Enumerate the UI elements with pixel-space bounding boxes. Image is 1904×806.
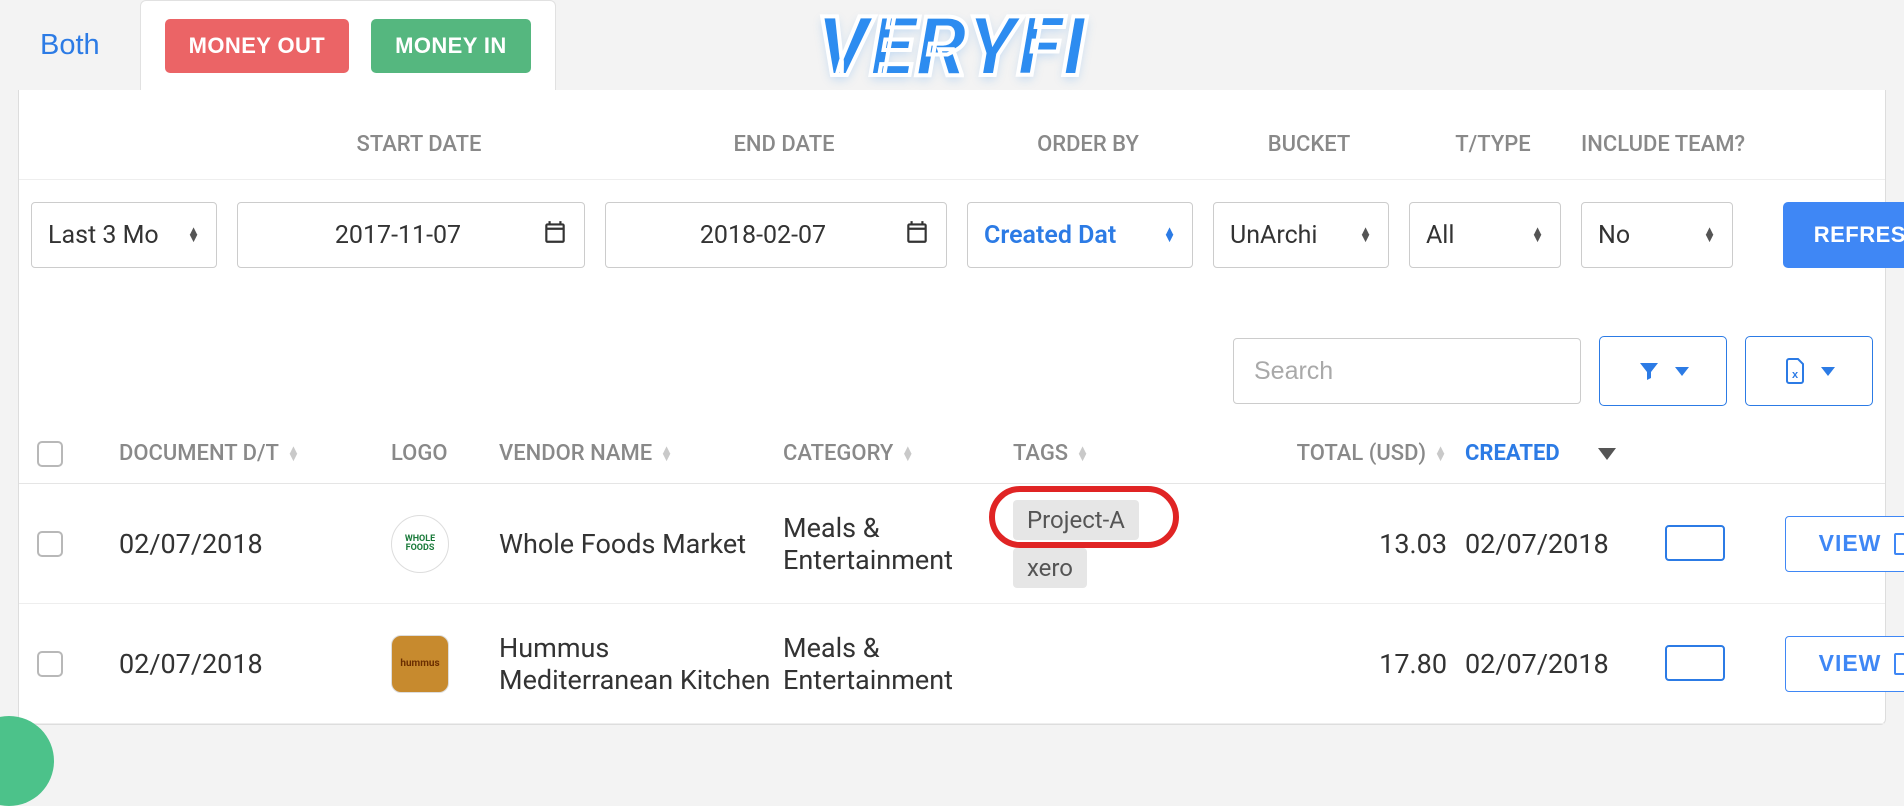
cell-created: 02/07/2018 [1465, 648, 1665, 680]
filter-row: Last 3 Mo ▲▼ 2017-11-07 2018-02-07 Creat… [19, 179, 1885, 298]
document-icon [1893, 653, 1904, 675]
col-tags-label: TAGS [1013, 441, 1068, 466]
vendor-logo: hummus [391, 635, 449, 693]
tab-bar: Both MONEY OUT MONEY IN [0, 0, 1904, 90]
label-order-by: ORDER BY [967, 132, 1209, 157]
col-tags[interactable]: TAGS ▲▼ [1013, 441, 1265, 466]
start-date-input[interactable]: 2017-11-07 [237, 202, 585, 268]
view-button[interactable]: VIEW [1785, 516, 1904, 572]
filter-labels: START DATE END DATE ORDER BY BUCKET T/TY… [19, 90, 1885, 179]
select-arrows-icon: ▲▼ [1531, 228, 1544, 242]
table-body: 02/07/2018WHOLE FOODSWhole Foods MarketM… [19, 484, 1885, 724]
cell-tags: Project-A xero [1013, 500, 1265, 588]
bucket-select[interactable]: UnArchi ▲▼ [1213, 202, 1389, 268]
order-by-select[interactable]: Created Dat ▲▼ [967, 202, 1193, 268]
col-vendor-name-label: VENDOR NAME [499, 441, 652, 466]
col-category[interactable]: CATEGORY ▲▼ [783, 441, 1013, 466]
tag[interactable]: xero [1013, 548, 1087, 588]
tab-both[interactable]: Both [18, 7, 122, 84]
table-header: DOCUMENT D/T ▲▼ LOGO VENDOR NAME ▲▼ CATE… [19, 424, 1885, 484]
export-file-icon: x [1783, 357, 1807, 385]
tab-money-in[interactable]: MONEY IN [371, 19, 531, 73]
col-total[interactable]: TOTAL (USD) ▲▼ [1265, 441, 1465, 466]
row-action-button[interactable] [1665, 525, 1725, 561]
order-by-value: Created Dat [984, 221, 1163, 250]
select-arrows-icon: ▲▼ [1359, 228, 1372, 242]
view-button-label: VIEW [1819, 650, 1882, 677]
cell-created: 02/07/2018 [1465, 528, 1665, 560]
end-date-input[interactable]: 2018-02-07 [605, 202, 947, 268]
cell-total: 17.80 [1265, 648, 1465, 680]
range-select[interactable]: Last 3 Mo ▲▼ [31, 202, 217, 268]
select-arrows-icon: ▲▼ [1703, 228, 1716, 242]
col-document-dt-label: DOCUMENT D/T [119, 441, 279, 466]
include-team-value: No [1598, 221, 1703, 250]
ttype-select[interactable]: All ▲▼ [1409, 202, 1561, 268]
col-created[interactable]: CREATED [1465, 441, 1665, 466]
view-button-label: VIEW [1819, 530, 1882, 557]
row-checkbox[interactable] [37, 531, 63, 557]
bucket-value: UnArchi [1230, 221, 1359, 250]
tab-active-container: MONEY OUT MONEY IN [140, 0, 556, 90]
range-select-value: Last 3 Mo [48, 221, 187, 250]
select-all-checkbox[interactable] [37, 441, 63, 467]
cell-document-dt: 02/07/2018 [119, 528, 391, 560]
col-created-label: CREATED [1465, 441, 1560, 466]
select-arrows-icon: ▲▼ [1163, 228, 1176, 242]
include-team-select[interactable]: No ▲▼ [1581, 202, 1733, 268]
label-bucket: BUCKET [1213, 132, 1405, 157]
calendar-icon [904, 219, 930, 252]
vendor-logo: WHOLE FOODS [391, 515, 449, 573]
col-document-dt[interactable]: DOCUMENT D/T ▲▼ [119, 441, 391, 466]
select-arrows-icon: ▲▼ [187, 228, 200, 242]
filter-button[interactable] [1599, 336, 1727, 406]
sort-arrows-icon: ▲▼ [901, 447, 914, 461]
help-bubble[interactable] [0, 716, 54, 806]
label-include-team: INCLUDE TEAM? [1581, 132, 1749, 157]
main-panel: START DATE END DATE ORDER BY BUCKET T/TY… [18, 90, 1886, 725]
chevron-down-icon [1821, 367, 1835, 376]
view-button[interactable]: VIEW [1785, 636, 1904, 692]
label-ttype: T/TYPE [1409, 132, 1577, 157]
document-icon [1893, 533, 1904, 555]
calendar-icon [542, 219, 568, 252]
secondary-toolbar: x [19, 298, 1885, 424]
end-date-value: 2018-02-07 [622, 221, 904, 250]
tag[interactable]: Project-A [1013, 500, 1139, 540]
export-button[interactable]: x [1745, 336, 1873, 406]
col-category-label: CATEGORY [783, 441, 893, 466]
sort-desc-icon [1598, 448, 1616, 460]
svg-text:x: x [1792, 369, 1799, 381]
tab-money-out[interactable]: MONEY OUT [165, 19, 349, 73]
sort-arrows-icon: ▲▼ [1076, 447, 1089, 461]
cell-document-dt: 02/07/2018 [119, 648, 391, 680]
row-checkbox[interactable] [37, 651, 63, 677]
refresh-button[interactable]: REFRESH [1783, 202, 1904, 268]
table-row: 02/07/2018WHOLE FOODSWhole Foods MarketM… [19, 484, 1885, 604]
sort-arrows-icon: ▲▼ [660, 447, 673, 461]
cell-total: 13.03 [1265, 528, 1465, 560]
ttype-value: All [1426, 221, 1531, 250]
col-logo: LOGO [391, 441, 499, 466]
sort-arrows-icon: ▲▼ [1434, 447, 1447, 461]
col-vendor-name[interactable]: VENDOR NAME ▲▼ [499, 441, 783, 466]
row-action-button[interactable] [1665, 645, 1725, 681]
cell-category: Meals & Entertainment [783, 512, 1013, 576]
col-total-label: TOTAL (USD) [1297, 441, 1426, 466]
cell-category: Meals & Entertainment [783, 632, 1013, 696]
chevron-down-icon [1675, 367, 1689, 376]
cell-vendor-name: Whole Foods Market [499, 528, 783, 560]
table-row: 02/07/2018hummusHummus Mediterranean Kit… [19, 604, 1885, 724]
highlight-ellipse [989, 486, 1179, 548]
sort-arrows-icon: ▲▼ [287, 447, 300, 461]
funnel-icon [1637, 359, 1661, 383]
search-input[interactable] [1233, 338, 1581, 404]
cell-vendor-name: Hummus Mediterranean Kitchen [499, 632, 783, 696]
label-end-date: END DATE [605, 132, 963, 157]
label-start-date: START DATE [237, 132, 601, 157]
start-date-value: 2017-11-07 [254, 221, 542, 250]
